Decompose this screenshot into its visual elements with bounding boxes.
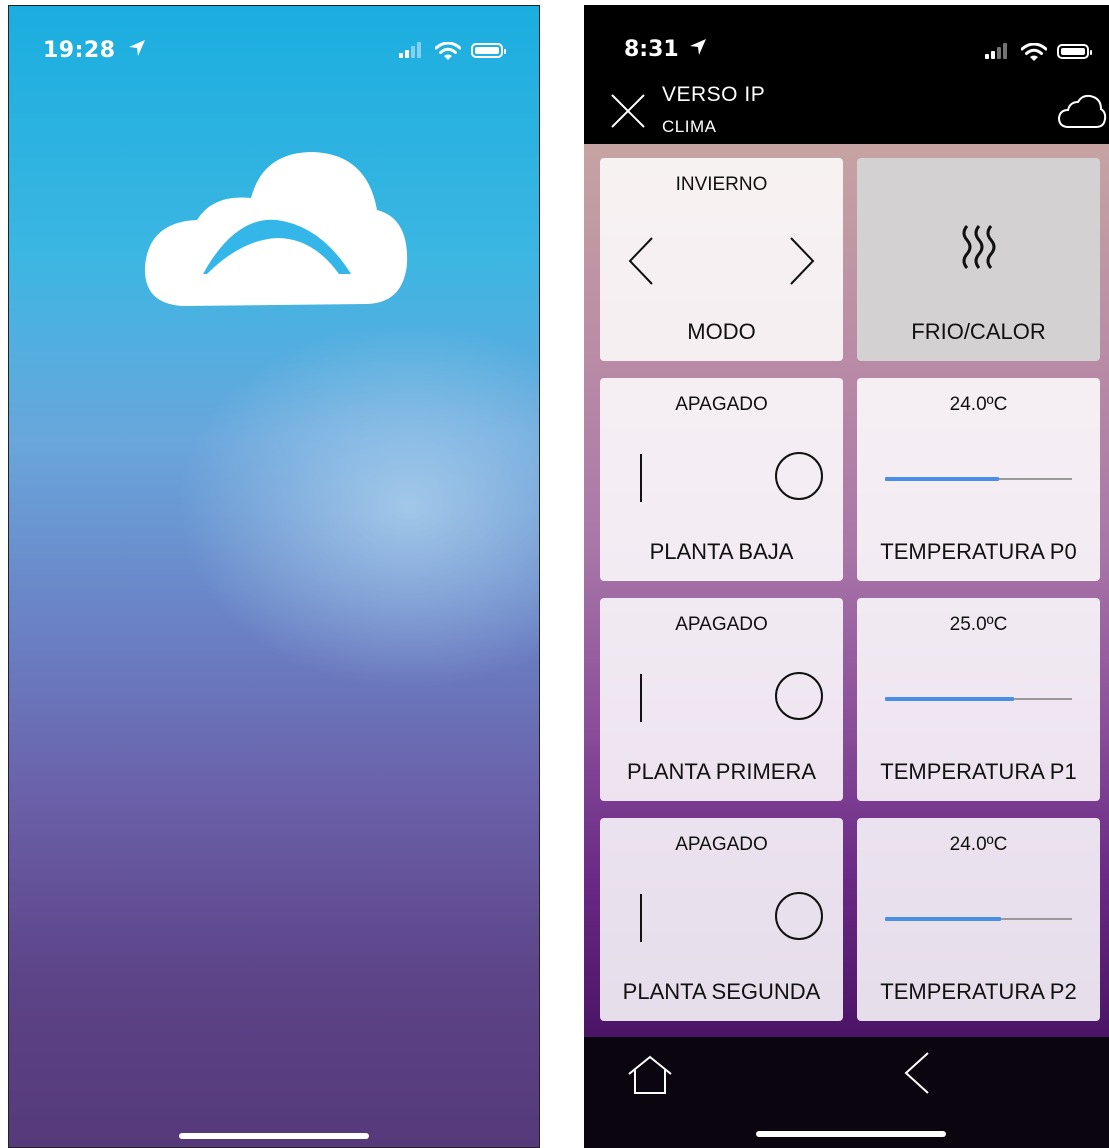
signal-icon <box>985 41 1009 63</box>
tile-top-label: 25.0ºC <box>949 614 1008 635</box>
slider-fill <box>885 697 1015 701</box>
status-bar: 19:28 <box>9 6 539 86</box>
status-time: 8:31 <box>624 37 707 62</box>
tile-planta-baja[interactable]: APAGADO PLANTA BAJA <box>600 378 843 581</box>
temperature-slider[interactable] <box>885 917 1072 921</box>
app-header: 8:31 VERSO IP CLIMA <box>584 5 1109 144</box>
tile-bottom-label: TEMPERATURA P1 <box>880 759 1077 784</box>
home-icon[interactable] <box>626 1055 674 1095</box>
tile-top-label: APAGADO <box>675 614 768 635</box>
on-button-icon[interactable] <box>640 674 642 722</box>
onoff-switch <box>600 660 843 740</box>
battery-icon <box>1057 44 1092 59</box>
tile-planta-segunda[interactable]: APAGADO PLANTA SEGUNDA <box>600 818 843 1021</box>
tile-modo[interactable]: INVIERNO MODO <box>600 158 843 361</box>
tile-top-label: INVIERNO <box>675 174 768 195</box>
off-button-icon[interactable] <box>775 452 823 500</box>
splash-screen: 19:28 <box>8 5 540 1148</box>
temperature-slider[interactable] <box>885 697 1072 701</box>
page-title: VERSO IP <box>662 83 766 106</box>
status-time: 19:28 <box>43 38 146 63</box>
on-button-icon[interactable] <box>640 894 642 942</box>
tile-top-label: 24.0ºC <box>949 834 1008 855</box>
tile-frio-calor[interactable]: FRIO/CALOR <box>857 158 1100 361</box>
mode-selector <box>600 220 843 300</box>
tile-top-label: APAGADO <box>675 394 768 415</box>
tile-bottom-label: PLANTA PRIMERA <box>626 759 817 784</box>
status-icons <box>399 40 509 62</box>
onoff-switch <box>600 440 843 520</box>
heat-indicator <box>857 220 1100 300</box>
tile-bottom-label: FRIO/CALOR <box>911 319 1046 344</box>
page-subtitle: CLIMA <box>662 117 717 136</box>
tile-temperatura-p2[interactable]: 24.0ºC TEMPERATURA P2 <box>857 818 1100 1021</box>
battery-icon <box>471 43 506 58</box>
home-indicator <box>179 1133 369 1139</box>
tile-bottom-label: TEMPERATURA P0 <box>880 539 1077 564</box>
slider-fill <box>885 477 1000 481</box>
heat-waves-icon <box>962 225 996 269</box>
off-button-icon[interactable] <box>775 892 823 940</box>
back-chevron-icon[interactable] <box>902 1051 932 1095</box>
tile-planta-primera[interactable]: APAGADO PLANTA PRIMERA <box>600 598 843 801</box>
onoff-switch <box>600 880 843 960</box>
home-indicator <box>756 1131 946 1137</box>
signal-icon <box>399 40 423 62</box>
temperature-slider[interactable] <box>885 477 1072 481</box>
chevron-right-icon[interactable] <box>787 236 817 286</box>
close-icon[interactable] <box>610 93 646 129</box>
status-time-text: 19:28 <box>43 38 116 63</box>
tile-bottom-label: PLANTA BAJA <box>649 539 794 564</box>
tile-bottom-label: MODO <box>687 319 756 344</box>
tile-bottom-label: PLANTA SEGUNDA <box>622 979 821 1004</box>
tile-top-label: APAGADO <box>675 834 768 855</box>
tile-grid: INVIERNO MODO FRIO/CALOR APAGADO PLANTA … <box>584 144 1109 1037</box>
tile-top-label: 24.0ºC <box>949 394 1008 415</box>
tile-bottom-label: TEMPERATURA P2 <box>880 979 1077 1004</box>
location-arrow-icon <box>690 39 707 55</box>
status-icons <box>985 41 1095 63</box>
wifi-icon <box>435 42 461 60</box>
tile-temperatura-p0[interactable]: 24.0ºC TEMPERATURA P0 <box>857 378 1100 581</box>
cloud-icon[interactable] <box>1057 93 1107 131</box>
wifi-icon <box>1021 43 1047 61</box>
off-button-icon[interactable] <box>775 672 823 720</box>
on-button-icon[interactable] <box>640 454 642 502</box>
bottom-nav-bar <box>584 1037 1109 1148</box>
location-arrow-icon <box>128 40 145 56</box>
clima-screen: 8:31 VERSO IP CLIMA INVIERNO MODO FRIO/C… <box>584 5 1109 1148</box>
slider-fill <box>885 917 1001 921</box>
cloud-logo-icon <box>144 152 408 306</box>
status-time-text: 8:31 <box>624 37 679 62</box>
tile-temperatura-p1[interactable]: 25.0ºC TEMPERATURA P1 <box>857 598 1100 801</box>
chevron-left-icon[interactable] <box>626 236 656 286</box>
